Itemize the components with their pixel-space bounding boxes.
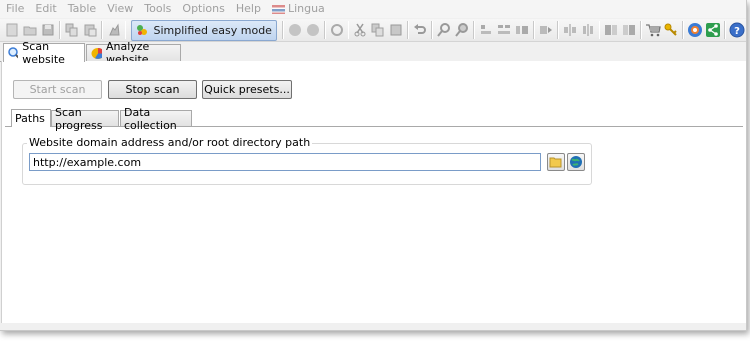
cut-icon[interactable] xyxy=(352,20,368,40)
mode-label: Simplified easy mode xyxy=(153,23,272,37)
chart-icon xyxy=(91,47,102,59)
key-icon[interactable] xyxy=(663,20,679,40)
arrow-icon[interactable] xyxy=(538,20,554,40)
columns-icon[interactable] xyxy=(580,20,596,40)
globe-icon xyxy=(570,156,582,168)
menu-tools[interactable]: Tools xyxy=(139,0,177,18)
toolbar-separator xyxy=(124,21,127,39)
toolbar-separator xyxy=(59,21,61,39)
columns-icon[interactable] xyxy=(562,20,578,40)
align-icon[interactable] xyxy=(496,20,512,40)
menu-table[interactable]: Table xyxy=(63,0,102,18)
align-icon[interactable] xyxy=(478,20,494,40)
refresh-icon[interactable] xyxy=(329,20,345,40)
menu-lingua-label: Lingua xyxy=(287,2,325,15)
open-icon[interactable] xyxy=(22,20,38,40)
flag-icon xyxy=(271,4,285,14)
menu-options[interactable]: Options xyxy=(177,0,230,18)
menu-help[interactable]: Help xyxy=(231,0,267,18)
toolbar-separator xyxy=(532,21,535,39)
sub-tabs: Paths Scan progress Data collection xyxy=(5,106,743,132)
menu-bar: File Edit Table View Tools Options Help … xyxy=(0,0,746,18)
tab-scan-progress[interactable]: Scan progress xyxy=(51,106,119,132)
tab-data-collection[interactable]: Data collection xyxy=(120,106,192,132)
magnifier-icon xyxy=(8,46,19,59)
menu-view[interactable]: View xyxy=(102,0,139,18)
path-group-legend: Website domain address and/or root direc… xyxy=(27,136,313,149)
main-tabs: Scan website Analyze website xyxy=(0,40,746,66)
toolbar-separator xyxy=(323,21,326,39)
tab-analyze-website[interactable]: Analyze website xyxy=(86,40,181,66)
folder-icon xyxy=(549,157,562,168)
save-icon[interactable] xyxy=(40,20,56,40)
circle-icon[interactable] xyxy=(287,20,303,40)
menu-lingua[interactable]: Lingua xyxy=(267,0,331,18)
toolbar-separator xyxy=(100,21,103,39)
toolbar-separator xyxy=(281,21,284,39)
copy-icon[interactable] xyxy=(64,20,80,40)
toolbar-separator xyxy=(640,21,643,39)
undo-icon[interactable] xyxy=(412,20,428,40)
search-icon[interactable] xyxy=(436,20,452,40)
toolbar-separator xyxy=(724,21,726,39)
new-icon[interactable] xyxy=(4,20,20,40)
toolbar-separator xyxy=(556,21,559,39)
home-icon[interactable] xyxy=(687,20,703,40)
scan-panel: Start scan Stop scan Quick presets... Pa… xyxy=(1,61,746,323)
toolbar-separator xyxy=(473,21,475,39)
tab-scan-label: Scan website xyxy=(22,40,65,66)
tab-paths[interactable]: Paths xyxy=(11,109,51,127)
settings-icon[interactable] xyxy=(106,20,122,40)
paste-icon[interactable] xyxy=(388,20,404,40)
quick-presets-button[interactable]: Quick presets... xyxy=(202,80,292,99)
copy-icon[interactable] xyxy=(370,20,386,40)
toolbar-separator xyxy=(407,21,410,39)
toolbar-separator xyxy=(598,21,601,39)
start-scan-button[interactable]: Start scan xyxy=(13,80,102,99)
align-icon[interactable] xyxy=(514,20,530,40)
menu-file[interactable]: File xyxy=(0,0,30,18)
toolbar-separator xyxy=(347,21,350,39)
share-icon[interactable] xyxy=(705,20,721,40)
mode-icon xyxy=(137,25,148,35)
toolbar-separator xyxy=(431,21,434,39)
path-group: Website domain address and/or root direc… xyxy=(22,136,592,185)
app-window: File Edit Table View Tools Options Help … xyxy=(0,0,747,331)
columns-icon[interactable] xyxy=(603,20,619,40)
circle-icon[interactable] xyxy=(305,20,321,40)
svg-text:?: ? xyxy=(734,26,740,37)
columns-icon[interactable] xyxy=(621,20,637,40)
search-icon[interactable] xyxy=(454,20,470,40)
simplified-mode-button[interactable]: Simplified easy mode xyxy=(131,19,277,41)
toolbar: Simplified easy mode ? xyxy=(0,19,746,42)
toolbar-separator xyxy=(682,21,685,39)
menu-edit[interactable]: Edit xyxy=(30,0,62,18)
cart-icon[interactable] xyxy=(645,20,661,40)
tab-scan-website[interactable]: Scan website xyxy=(3,40,85,66)
website-url-input[interactable] xyxy=(29,153,541,171)
paste-icon[interactable] xyxy=(82,20,98,40)
stop-scan-button[interactable]: Stop scan xyxy=(108,80,197,99)
browse-folder-button[interactable] xyxy=(547,153,565,171)
browse-url-button[interactable] xyxy=(567,153,585,171)
help-icon[interactable]: ? xyxy=(729,20,745,40)
